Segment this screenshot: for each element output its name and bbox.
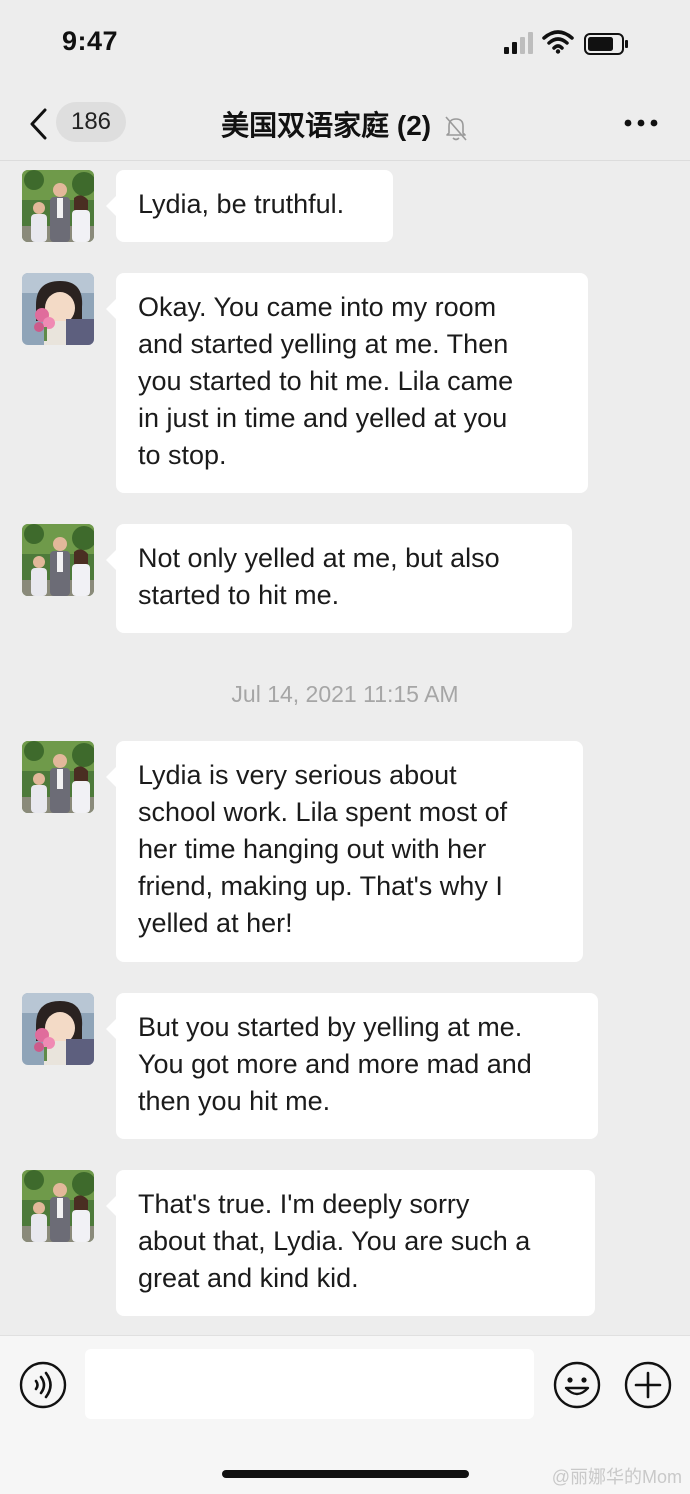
anime-girl-avatar[interactable] xyxy=(22,993,94,1065)
cellular-signal-icon xyxy=(504,32,533,54)
message-bubble[interactable]: But you started by yelling at me. You go… xyxy=(106,993,598,1139)
family-photo-avatar[interactable] xyxy=(22,170,94,242)
message-input[interactable] xyxy=(85,1349,534,1419)
family-photo-avatar[interactable] xyxy=(22,524,94,596)
status-time: 9:47 xyxy=(62,26,119,56)
message-bubble[interactable]: Not only yelled at me, but also started … xyxy=(106,524,572,633)
chat-title: 美国双语家庭 (2) xyxy=(221,110,432,141)
chat-header: 186 美国双语家庭 (2) xyxy=(0,90,690,161)
family-photo-avatar[interactable] xyxy=(22,741,94,813)
message-bubble[interactable]: Okay. You came into my room and started … xyxy=(106,273,588,493)
anime-girl-avatar[interactable] xyxy=(22,273,94,345)
voice-icon xyxy=(34,1379,39,1391)
message-timestamp: Jul 14, 2021 11:15 AM xyxy=(231,681,459,707)
input-bar: @丽娜华的Mom xyxy=(0,1335,690,1494)
home-indicator[interactable] xyxy=(222,1470,469,1478)
watermark: @丽娜华的Mom xyxy=(551,1467,682,1487)
more-options-button[interactable] xyxy=(624,118,658,128)
more-functions-button[interactable] xyxy=(624,1361,672,1409)
status-bar: 9:47 xyxy=(0,0,690,90)
message-bubble[interactable]: Lydia is very serious about school work.… xyxy=(106,741,583,962)
message-list[interactable]: Lydia, be truthful. Okay. You came into … xyxy=(0,160,690,1335)
message-bubble[interactable]: Lydia, be truthful. xyxy=(106,170,393,242)
wifi-icon xyxy=(542,30,574,54)
battery-icon xyxy=(584,33,628,55)
message-bubble[interactable]: That's true. I'm deeply sorry about that… xyxy=(106,1170,595,1316)
emoji-icon xyxy=(564,1386,590,1396)
voice-input-button[interactable] xyxy=(19,1361,67,1409)
bell-off-icon xyxy=(445,116,467,141)
emoji-button[interactable] xyxy=(553,1361,601,1409)
family-photo-avatar[interactable] xyxy=(22,1170,94,1242)
chat-title-container[interactable]: 美国双语家庭 (2) xyxy=(0,104,690,144)
